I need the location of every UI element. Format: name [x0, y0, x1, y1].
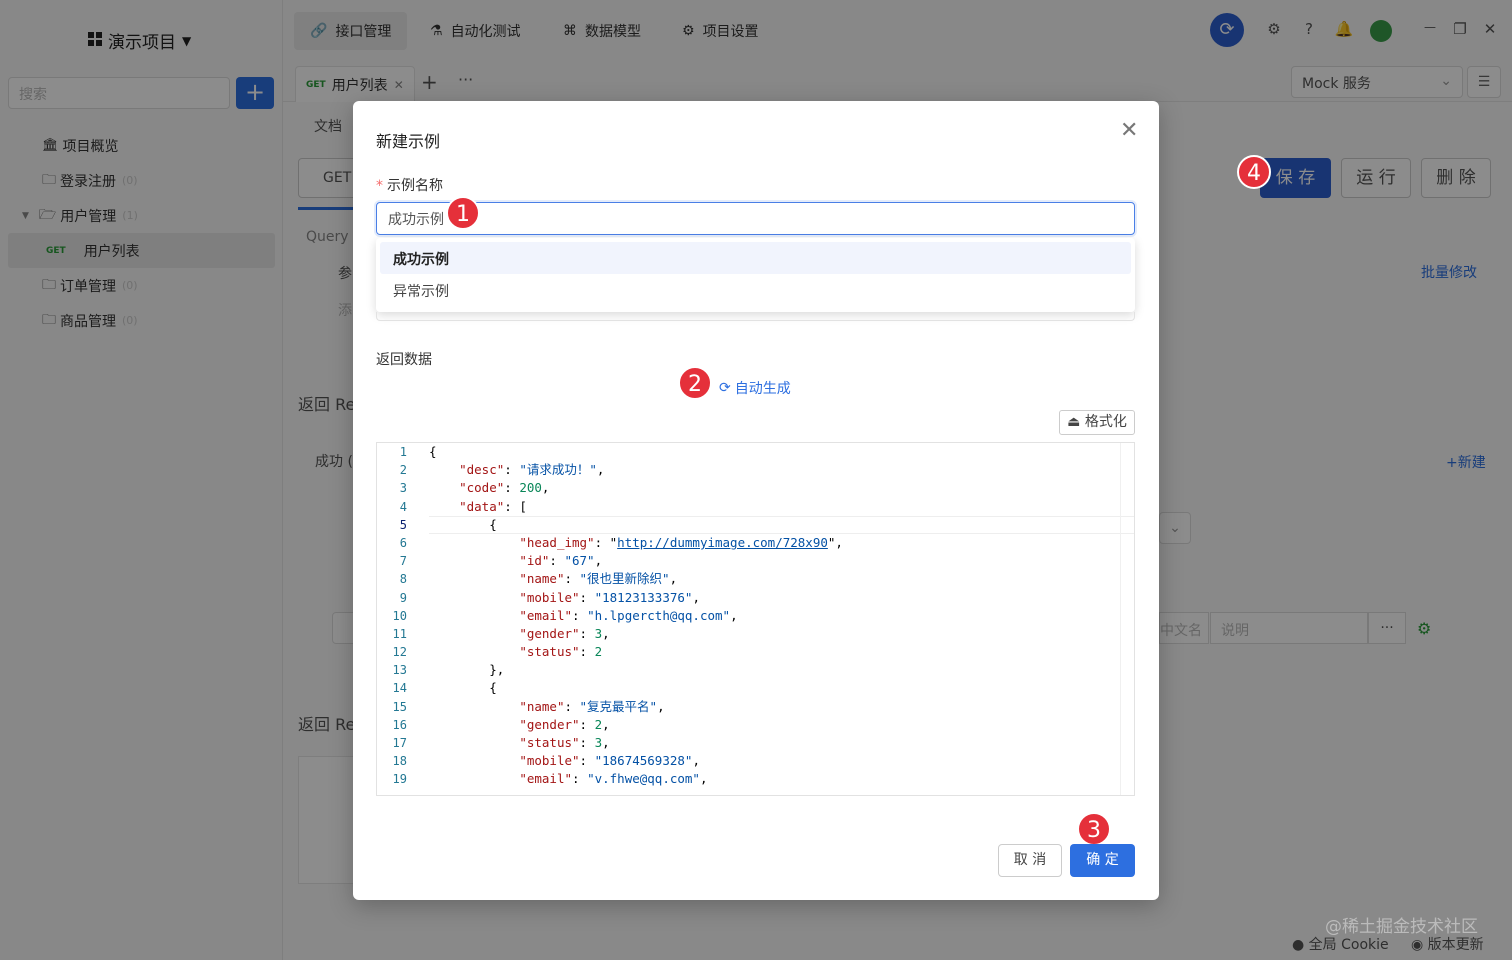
dropdown-option-success[interactable]: 成功示例 — [380, 242, 1131, 274]
line-number: 9 — [399, 590, 407, 605]
line-number: 6 — [399, 535, 407, 550]
line-number: 16 — [392, 717, 407, 732]
line-number: 1 — [399, 445, 407, 459]
line-number-gutter: 1 2 3 4 5 6 7 8 9 10 11 12 13 14 15 16 17 18 19 — [377, 443, 421, 795]
code-content: { "desc": "请求成功！", "code": 200, "data": … — [429, 443, 1118, 789]
confirm-button[interactable]: 确 定 — [1070, 844, 1135, 877]
new-example-modal: 新建示例 ✕ * 示例名称 成功示例 1 成功示例 异常示例 返回数据 2 ⟳ 自动… — [353, 101, 1159, 900]
response-data-label: 返回数据 — [376, 352, 432, 368]
line-number: 19 — [392, 772, 407, 787]
step-badge-1: 1 — [446, 196, 480, 230]
watermark: @稀土掘金技术社区 — [1325, 917, 1478, 937]
close-icon[interactable]: ✕ — [1120, 118, 1138, 143]
code-line: "head_img": "http://dummyimage.com/728x9… — [519, 534, 843, 550]
code-line: "status": 3, — [519, 735, 610, 750]
required-mark: * — [376, 178, 383, 194]
refresh-icon: ⟳ — [719, 380, 731, 396]
auto-generate-link[interactable]: ⟳ 自动生成 — [719, 378, 791, 398]
code-line: "desc": "请求成功！", — [459, 462, 605, 478]
line-number: 18 — [392, 754, 407, 769]
step-badge-3: 3 — [1077, 812, 1111, 846]
line-number: 7 — [399, 554, 407, 569]
line-number: 12 — [392, 645, 407, 660]
example-name-label: * 示例名称 — [376, 178, 443, 194]
line-number: 14 — [392, 681, 407, 696]
line-number: 4 — [399, 499, 407, 514]
line-number: 3 — [399, 481, 407, 496]
code-line: "mobile": "18674569328", — [519, 753, 700, 769]
code-line: { — [429, 516, 497, 532]
code-line: }, — [429, 662, 505, 678]
code-line: "code": 200, — [459, 480, 550, 496]
editor-scrollbar[interactable] — [1120, 443, 1134, 795]
line-number: 2 — [399, 463, 407, 478]
cancel-button[interactable]: 取 消 — [998, 844, 1062, 877]
line-number: 11 — [392, 626, 407, 641]
json-editor[interactable]: 1 2 3 4 5 6 7 8 9 10 11 12 13 14 15 16 17 18 19 { "desc": … — [376, 442, 1135, 796]
code-line: "gender": 3, — [519, 625, 610, 641]
step-badge-4: 4 — [1237, 155, 1271, 189]
format-button[interactable]: ⏏ 格式化 — [1059, 410, 1135, 435]
line-number: 17 — [392, 736, 407, 750]
code-line: "email": "h.lpgercth@qq.com", — [519, 607, 738, 623]
step-badge-2: 2 — [678, 366, 712, 400]
line-number: 13 — [392, 663, 407, 678]
line-number: 5 — [399, 517, 407, 532]
code-line: "name": "很也里新除织", — [519, 571, 678, 587]
code-line: "gender": 2, — [519, 716, 610, 732]
code-line: "id": "67", — [519, 553, 603, 569]
code-line: "data": [ — [459, 498, 527, 514]
hidden-field-edge — [376, 312, 1135, 321]
code-line: { — [429, 444, 437, 459]
line-number: 10 — [392, 608, 407, 623]
code-line: "name": "复克最平名", — [519, 698, 665, 714]
line-number: 8 — [399, 572, 407, 587]
dropdown-option-error[interactable]: 异常示例 — [380, 274, 1131, 306]
code-line: "mobile": "18123133376", — [519, 589, 700, 605]
code-line: { — [429, 680, 497, 696]
example-name-dropdown: 成功示例 异常示例 — [376, 238, 1135, 312]
code-line: "status": 2 — [519, 644, 603, 660]
code-line: "email": "v.fhwe@qq.com", — [519, 771, 708, 787]
modal-title: 新建示例 — [376, 132, 441, 151]
format-icon: ⏏ — [1067, 414, 1081, 430]
line-number: 15 — [392, 699, 407, 714]
example-name-input[interactable]: 成功示例 — [376, 202, 1135, 235]
